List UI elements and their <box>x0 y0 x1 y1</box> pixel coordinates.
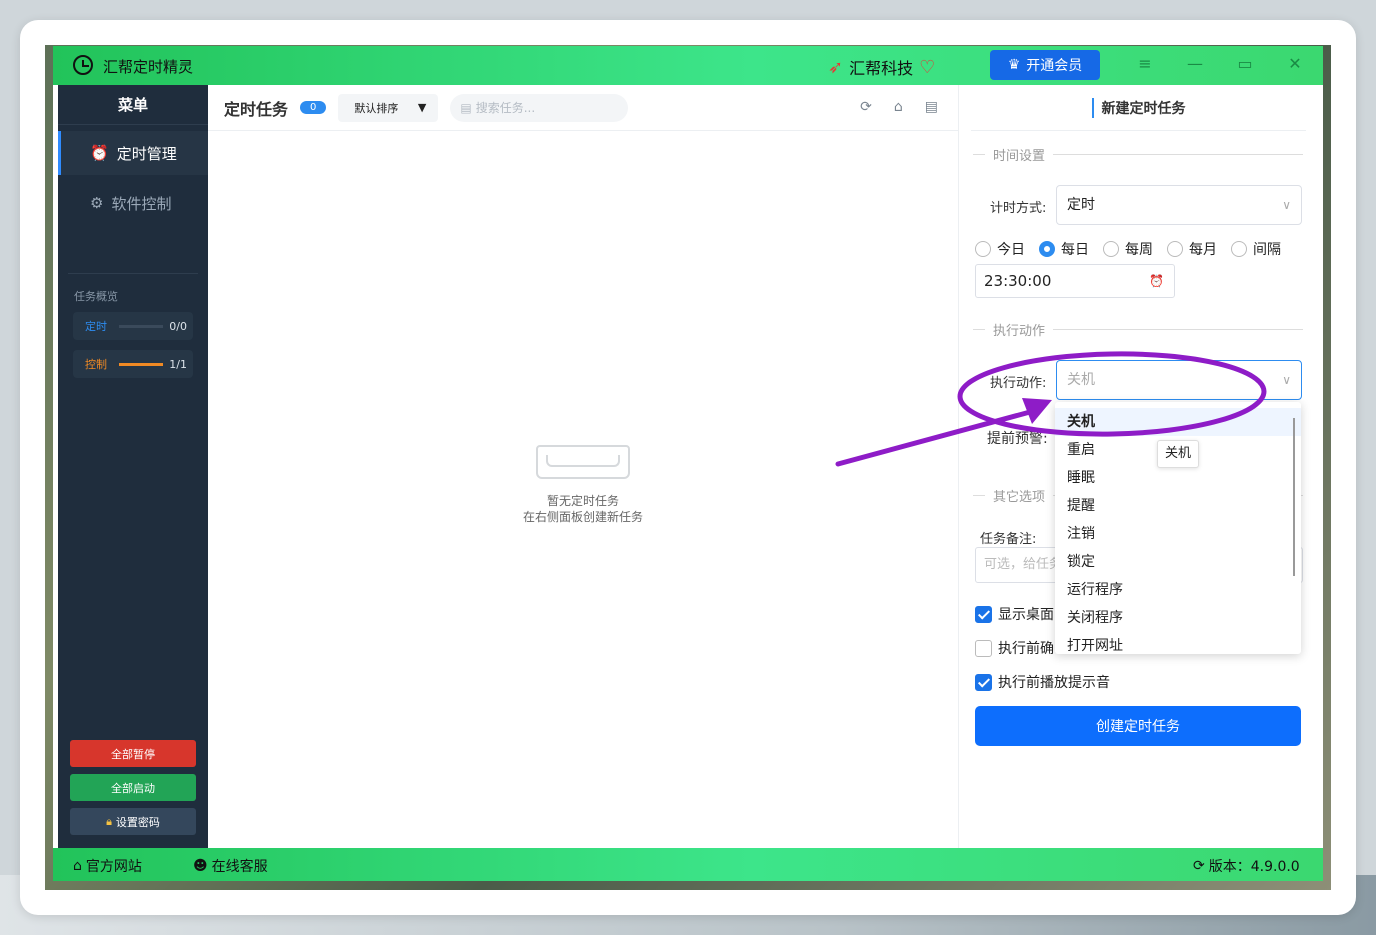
sidebar-item-timer[interactable]: ⏰ 定时管理 <box>58 131 208 175</box>
maximize-icon[interactable]: ▭ <box>1233 54 1257 76</box>
timing-label: 计时方式: <box>990 201 1047 216</box>
dropdown-option[interactable]: 睡眠 <box>1055 464 1301 492</box>
dropdown-option[interactable]: 锁定 <box>1055 548 1301 576</box>
create-task-button[interactable]: 创建定时任务 <box>975 706 1301 746</box>
minimize-icon[interactable]: — <box>1183 54 1207 76</box>
confirm-before-checkbox[interactable]: 执行前确 <box>975 638 1054 658</box>
dropdown-option[interactable]: 注销 <box>1055 520 1301 548</box>
clear-icon[interactable]: ⌂ <box>894 99 903 115</box>
app-logo-icon <box>73 55 93 75</box>
section-time: 时间设置 <box>973 145 1303 164</box>
dropdown-option[interactable]: 关机 <box>1055 408 1301 436</box>
lock-icon: 🔒︎ <box>106 814 112 828</box>
diamond-icon: ♡ <box>919 56 936 78</box>
dropdown-scrollbar[interactable] <box>1293 418 1295 576</box>
task-count-badge: 0 <box>300 101 327 114</box>
set-password-button[interactable]: 🔒︎ 设置密码 <box>70 808 196 835</box>
headset-icon: ☻ <box>193 858 208 874</box>
dropdown-option[interactable]: 运行程序 <box>1055 576 1301 604</box>
log-icon[interactable]: ▤ <box>925 99 938 115</box>
search-icon: ▤ <box>460 100 472 115</box>
pause-all-button[interactable]: 全部暂停 <box>70 740 196 767</box>
start-all-button[interactable]: 全部启动 <box>70 774 196 801</box>
note-label: 任务备注: <box>980 532 1037 547</box>
alarm-icon: ⏰ <box>1149 274 1164 288</box>
overview-progress-timer <box>119 324 164 328</box>
sort-dropdown[interactable]: 默认排序 ▼ <box>338 93 439 122</box>
sync-icon: ⟳ <box>1193 858 1205 874</box>
app-title: 汇帮定时精灵 <box>103 58 194 76</box>
brand-name: 汇帮科技 <box>849 59 914 78</box>
action-select[interactable]: 关机 ∨ <box>1056 360 1302 400</box>
overview-progress-control <box>119 362 164 366</box>
main-area: 定时任务 0 默认排序 ▼ ▤ 搜索任务... ⟳ ⌂ ▤ 暂无定时任务 在右侧… <box>208 85 958 848</box>
panel-title: 新建定时任务 <box>971 85 1306 131</box>
overview-title: 任务概览 <box>74 290 118 303</box>
main-header: 定时任务 0 默认排序 ▼ ▤ 搜索任务... ⟳ ⌂ ▤ <box>208 85 958 131</box>
chevron-down-icon: ∨ <box>1282 198 1291 212</box>
rocket-icon: ➶ <box>828 56 844 78</box>
website-link[interactable]: ⌂ 官方网站 <box>73 856 142 876</box>
section-action: 执行动作 <box>973 320 1303 339</box>
brand: ➶ 汇帮科技 ♡ <box>828 55 935 79</box>
sidebar-item-software[interactable]: ⚙ 软件控制 <box>58 181 208 225</box>
crown-icon: ♛ <box>1007 57 1021 73</box>
empty-state: 暂无定时任务 在右侧面板创建新任务 <box>208 445 958 525</box>
version-info[interactable]: ⟳ 版本：4.9.0.0 <box>1193 856 1300 876</box>
caret-down-icon: ▼ <box>417 101 427 114</box>
play-sound-checkbox[interactable]: 执行前播放提示音 <box>975 672 1110 692</box>
title-bar: 汇帮定时精灵 ➶ 汇帮科技 ♡ ♛ 开通会员 ≡ — ▭ ✕ <box>53 46 1323 85</box>
main-toolbar: ⟳ ⌂ ▤ <box>860 99 938 115</box>
radio-weekly[interactable]: 每周 <box>1103 239 1153 259</box>
overview-row-timer: 定时 0/0 <box>73 312 193 340</box>
dropdown-option[interactable]: 打开网址 <box>1055 632 1301 654</box>
menu-icon[interactable]: ≡ <box>1133 54 1157 76</box>
service-link[interactable]: ☻ 在线客服 <box>193 856 268 876</box>
gear-icon: ⚙ <box>90 194 104 212</box>
action-label: 执行动作: <box>990 376 1047 391</box>
show-desktop-checkbox[interactable]: 显示桌面 <box>975 604 1054 624</box>
overview-row-control: 控制 1/1 <box>73 350 193 378</box>
dropdown-option[interactable]: 关闭程序 <box>1055 604 1301 632</box>
dropdown-option[interactable]: 提醒 <box>1055 492 1301 520</box>
alarm-clock-icon: ⏰ <box>90 144 109 162</box>
status-bar: ⌂ 官方网站 ☻ 在线客服 ⟳ 版本：4.9.0.0 <box>53 848 1323 881</box>
close-icon[interactable]: ✕ <box>1283 54 1307 76</box>
radio-monthly[interactable]: 每月 <box>1167 239 1217 259</box>
timing-select[interactable]: 定时 ∨ <box>1056 185 1302 225</box>
page-title: 定时任务 <box>224 99 289 119</box>
schedule-radio-group: 今日 每日 每周 每月 间隔 <box>975 239 1281 259</box>
empty-tray-icon <box>536 445 630 479</box>
home-icon: ⌂ <box>73 858 82 874</box>
search-input[interactable]: ▤ 搜索任务... <box>450 93 629 122</box>
sidebar: 菜单 ⏰ 定时管理 ⚙ 软件控制 任务概览 定时 0/0 控制 1/1 全部暂停… <box>58 85 208 848</box>
time-input[interactable]: 23:30:00 ⏰ <box>975 264 1175 298</box>
chevron-down-icon: ∨ <box>1282 373 1291 387</box>
radio-daily[interactable]: 每日 <box>1039 239 1089 259</box>
sidebar-header: 菜单 <box>58 85 208 125</box>
radio-interval[interactable]: 间隔 <box>1231 239 1281 259</box>
radio-today[interactable]: 今日 <box>975 239 1025 259</box>
vip-button[interactable]: ♛ 开通会员 <box>990 50 1100 80</box>
refresh-icon[interactable]: ⟳ <box>860 99 872 115</box>
warn-label: 提前预警: <box>987 431 1048 447</box>
option-tooltip: 关机 <box>1157 440 1199 468</box>
